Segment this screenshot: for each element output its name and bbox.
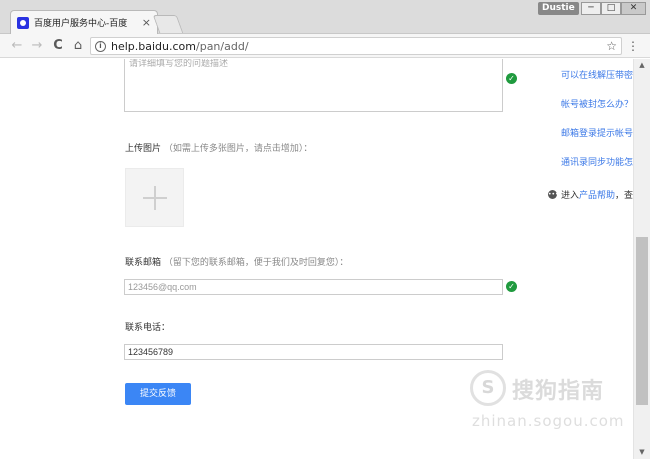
sidebar-link-2[interactable]: 邮箱登录提示帐号不 [561, 126, 633, 139]
vertical-scrollbar[interactable]: ▲ ▼ [633, 59, 650, 459]
browser-menu-icon[interactable]: ⋮ [627, 38, 639, 54]
url-host: help.baidu.com [111, 39, 196, 53]
forward-arrow-icon[interactable]: → [29, 38, 45, 54]
page-content: 请详细填写您的问题描述 ✓ 上传图片 （如需上传多张图片，请点击增加）： 联系邮… [0, 59, 633, 459]
email-field[interactable]: 123456@qq.com [124, 279, 503, 295]
sidebar-link-3[interactable]: 通讯录同步功能怎么 [561, 155, 633, 168]
url-text[interactable]: help.baidu.com/pan/add/ [111, 40, 606, 53]
upload-label-row: 上传图片 （如需上传多张图片，请点击增加）： [125, 141, 312, 154]
maximize-button[interactable]: □ [601, 2, 621, 15]
product-help-row: ••• 进入 产品帮助 ，查看 [548, 188, 633, 201]
address-bar[interactable]: i help.baidu.com/pan/add/ ☆ [90, 37, 622, 55]
more-dots-icon: ••• [548, 190, 559, 199]
email-label-row: 联系邮箱 （留下您的联系邮箱，便于我们及时回复您）： [125, 255, 348, 268]
bookmark-star-icon[interactable]: ☆ [606, 39, 617, 53]
help-suffix: ，查看 [615, 191, 633, 201]
help-prefix: 进入 [561, 191, 580, 201]
email-hint: （留下您的联系邮箱，便于我们及时回复您）： [163, 258, 349, 268]
new-tab-button[interactable] [152, 15, 184, 33]
description-valid-check-icon: ✓ [506, 73, 517, 84]
scroll-down-arrow-icon[interactable]: ▼ [634, 446, 650, 459]
tab-close-icon[interactable]: × [142, 16, 151, 29]
back-arrow-icon[interactable]: ← [9, 38, 25, 54]
product-help-link[interactable]: 产品帮助 [579, 188, 615, 201]
scroll-up-arrow-icon[interactable]: ▲ [634, 59, 650, 72]
phone-field[interactable]: 123456789 [124, 344, 503, 360]
image-upload-button[interactable] [125, 168, 184, 227]
tab-title: 百度用户服务中心-百度 [34, 19, 128, 29]
site-info-icon[interactable]: i [95, 40, 106, 52]
browser-tab-active[interactable]: 百度用户服务中心-百度 × [10, 10, 158, 34]
email-label: 联系邮箱 [125, 258, 162, 268]
description-textarea[interactable]: 请详细填写您的问题描述 [124, 59, 503, 112]
email-valid-check-icon: ✓ [506, 281, 517, 292]
submit-feedback-button[interactable]: 提交反馈 [125, 383, 191, 405]
plus-icon-vertical [154, 186, 156, 210]
scrollbar-thumb[interactable] [636, 237, 648, 405]
phone-label: 联系电话： [125, 323, 171, 333]
sidebar-link-1[interactable]: 帐号被封怎么办？ [561, 97, 633, 110]
close-window-button[interactable]: ✕ [621, 2, 646, 15]
upload-label: 上传图片 [125, 144, 162, 154]
baidu-paw-icon [17, 16, 29, 29]
upload-hint: （如需上传多张图片，请点击增加）： [163, 144, 313, 154]
browser-toolbar: ← → C ⌂ i help.baidu.com/pan/add/ ☆ ⋮ [0, 34, 650, 58]
reload-icon[interactable]: C [50, 38, 66, 54]
sidebar-link-0[interactable]: 可以在线解压带密码 [561, 68, 633, 81]
minimize-button[interactable]: ─ [581, 2, 601, 15]
home-icon[interactable]: ⌂ [70, 38, 86, 54]
window-titlebar: 百度用户服务中心-百度 × Dustie ─ □ ✕ [0, 0, 650, 34]
url-path: /pan/add/ [196, 39, 249, 53]
user-profile-badge[interactable]: Dustie [538, 2, 579, 15]
description-placeholder: 请详细填写您的问题描述 [129, 59, 229, 69]
